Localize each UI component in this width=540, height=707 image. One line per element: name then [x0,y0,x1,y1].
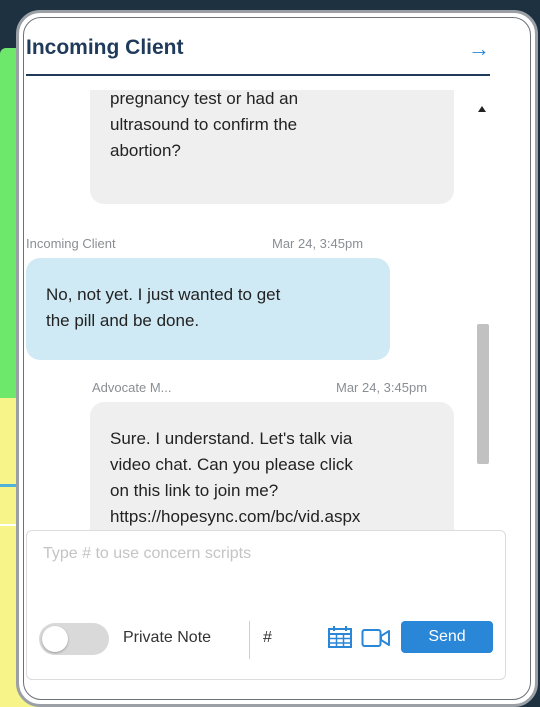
message-line: pregnancy test or had an [110,90,299,108]
scroll-up-arrow-icon[interactable] [478,106,486,112]
message-list[interactable]: pregnancy test or had an ultrasound to c… [26,90,464,540]
concern-scripts-hash[interactable]: # [263,629,272,647]
private-note-label: Private Note [123,629,212,646]
message-scrollbar[interactable] [476,102,492,546]
video-camera-icon[interactable] [361,627,391,649]
toggle-knob [42,626,68,652]
message-sender: Advocate M... [92,380,172,395]
message-timestamp: Mar 24, 3:45pm [336,380,428,395]
calendar-icon[interactable] [327,625,353,649]
arrow-right-icon[interactable]: → [468,36,490,62]
message-line: ultrasound to confirm the [110,115,298,134]
message-line: video chat. Can you please click [110,455,353,474]
message-sender: Incoming Client [26,236,116,251]
message-bubble-advocate: pregnancy test or had an ultrasound to c… [90,90,454,204]
scrollbar-thumb[interactable] [477,324,489,464]
message-bubble-advocate: Sure. I understand. Let's talk via video… [90,402,454,540]
private-note-toggle[interactable] [39,623,109,655]
message-input[interactable] [41,543,485,607]
message-composer: Private Note # Send [26,530,506,680]
toolbar-divider [249,621,250,659]
send-button[interactable]: Send [401,621,493,653]
message-line: the pill and be done. [46,311,200,330]
message-line[interactable]: https://hopesync.com/bc/vid.aspx [110,504,434,530]
message-line: on this link to join me? [110,481,279,500]
chat-header: Incoming Client → [26,30,490,76]
message-line: No, not yet. I just wanted to get [46,285,281,304]
chat-title: Incoming Client [26,36,184,59]
message-timestamp: Mar 24, 3:45pm [272,236,364,251]
message-line: Sure. I understand. Let's talk via [110,429,353,448]
message-line: abortion? [110,141,181,160]
message-bubble-client: No, not yet. I just wanted to get the pi… [26,258,390,360]
